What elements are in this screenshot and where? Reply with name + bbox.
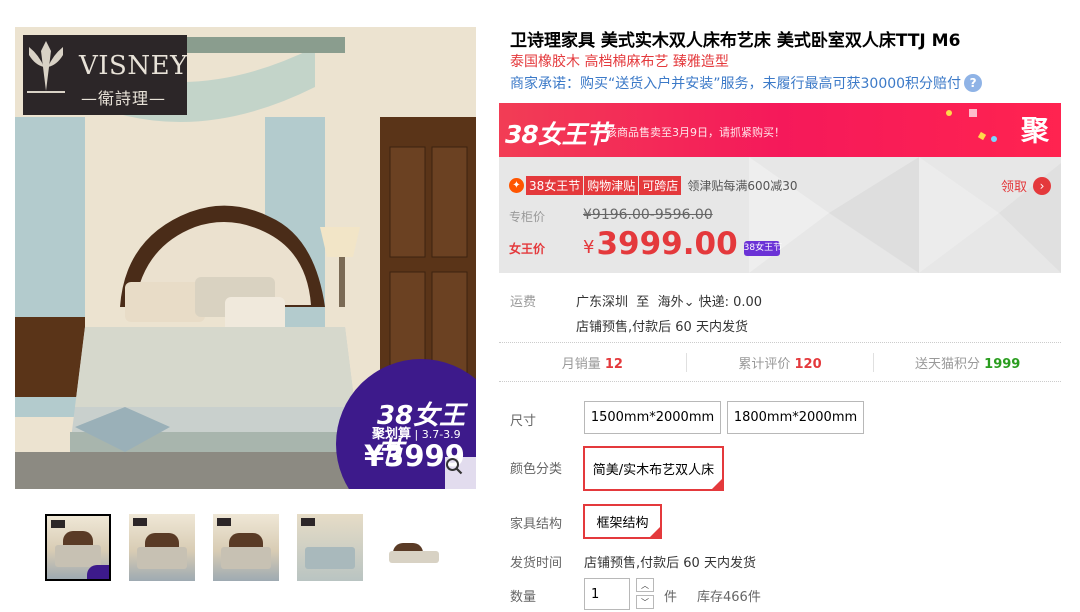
chevron-right-icon: › [1033, 176, 1051, 195]
brand-name-cn: —衛詩理— [81, 89, 167, 108]
color-label: 颜色分类 [510, 462, 563, 477]
queen-price-label: 女王价 [509, 242, 546, 256]
quantity-unit: 件 [664, 590, 678, 605]
reviews-count[interactable]: 累计评价 120 [685, 352, 874, 372]
currency-symbol: ¥ [583, 237, 595, 258]
chevron-down-icon: ﹀ [641, 597, 649, 607]
queen-price: ¥ 3999.00 38女王节 [583, 226, 782, 262]
quantity-label: 数量 [510, 590, 537, 605]
zoom-button[interactable] [445, 457, 476, 489]
thumbnail-5[interactable] [381, 514, 447, 581]
product-title: 卫诗理家具 美式实木双人床布艺床 美式卧室双人床TTJ M6 [510, 31, 961, 51]
fire-icon: ✦ [509, 178, 524, 193]
confetti-icon [946, 109, 997, 142]
thumbnail-1[interactable] [45, 514, 111, 581]
quantity-input[interactable] [584, 578, 630, 610]
thumbnail-4[interactable] [297, 514, 363, 581]
thumbnail-2[interactable] [129, 514, 195, 581]
merchant-promise: 商家承诺：购买“送货入户并安装”服务，未履行最高可获30000积分赔付 ? [510, 73, 983, 93]
structure-label: 家具结构 [510, 517, 563, 532]
thumbnail-strip [45, 514, 465, 581]
original-price-label: 专柜价 [509, 210, 546, 224]
product-main-image[interactable]: VISNEY —衛詩理— 38女王节 聚划算 | 3.7-3.9 ¥3999 [15, 27, 476, 489]
shopping-subsidy: ✦ 38女王节 购物津贴 可跨店 领津贴每满600减30 [509, 176, 798, 195]
question-icon[interactable]: ? [964, 74, 983, 92]
angel-logo-icon [27, 41, 65, 93]
price-panel: 38女王节 该商品售卖至3月9日，请抓紧购买！ 聚 ✦ 38女王节 购物津贴 可… [499, 103, 1061, 273]
size-option-1500[interactable]: 1500mm*2000mm [584, 401, 721, 434]
delivery-label: 发货时间 [510, 556, 563, 571]
destination-select[interactable]: 海外⌄ [658, 295, 695, 310]
original-price: ¥9196.00-9596.00 [583, 207, 713, 223]
banner-badge: 38女王节 [505, 120, 611, 149]
brand-logo: VISNEY —衛詩理— [23, 35, 187, 115]
monthly-sales: 月销量 12 [561, 356, 623, 372]
chevron-up-icon: ︿ [641, 580, 649, 590]
shipping-label: 运费 [510, 295, 537, 310]
banner-ju: 聚 [1020, 114, 1049, 147]
subsidy-tag-cross-store: 可跨店 [639, 176, 682, 195]
queen-festival-badge: 38女王节 [743, 241, 782, 256]
magnifier-icon [446, 458, 463, 475]
shipping-route: 广东深圳 至 海外⌄ 快递: 0.00 [576, 295, 763, 310]
size-option-1800[interactable]: 1800mm*2000mm [727, 401, 864, 434]
festival-banner: 38女王节 该商品售卖至3月9日，请抓紧购买！ 聚 [499, 103, 1061, 157]
product-stats: 月销量 12 累计评价 120 送天猫积分 1999 [499, 342, 1061, 382]
queen-price-value: 3999.00 [596, 226, 738, 262]
shipping-presale: 店铺预售,付款后 60 天内发货 [576, 320, 748, 335]
quantity-increment-button[interactable]: ︿ [636, 578, 654, 592]
product-subtitle: 泰国橡胶木 高档棉麻布艺 臻雅造型 [510, 54, 729, 70]
subsidy-tag-allowance: 购物津贴 [584, 176, 639, 195]
subsidy-text: 领津贴每满600减30 [687, 179, 798, 193]
brand-name-en: VISNEY [79, 51, 188, 81]
delivery-value: 店铺预售,付款后 60 天内发货 [584, 556, 756, 571]
quantity-decrement-button[interactable]: ﹀ [636, 595, 654, 609]
claim-label: 领取 [1000, 180, 1027, 195]
stock-count: 库存466件 [697, 590, 761, 605]
banner-text: 该商品售卖至3月9日，请抓紧购买！ [606, 126, 785, 139]
subsidy-tag-festival: 38女王节 [526, 176, 584, 195]
chevron-down-icon: ⌄ [683, 295, 695, 310]
color-option-selected[interactable]: 简美/实木布艺双人床 [583, 446, 724, 491]
tmall-points: 送天猫积分 1999 [873, 352, 1061, 372]
thumbnail-3[interactable] [213, 514, 279, 581]
claim-button[interactable]: 领取 › [1001, 176, 1051, 195]
promise-text: 商家承诺：购买“送货入户并安装”服务，未履行最高可获30000积分赔付 [510, 76, 962, 92]
size-label: 尺寸 [510, 414, 537, 429]
structure-option-selected[interactable]: 框架结构 [583, 504, 662, 539]
